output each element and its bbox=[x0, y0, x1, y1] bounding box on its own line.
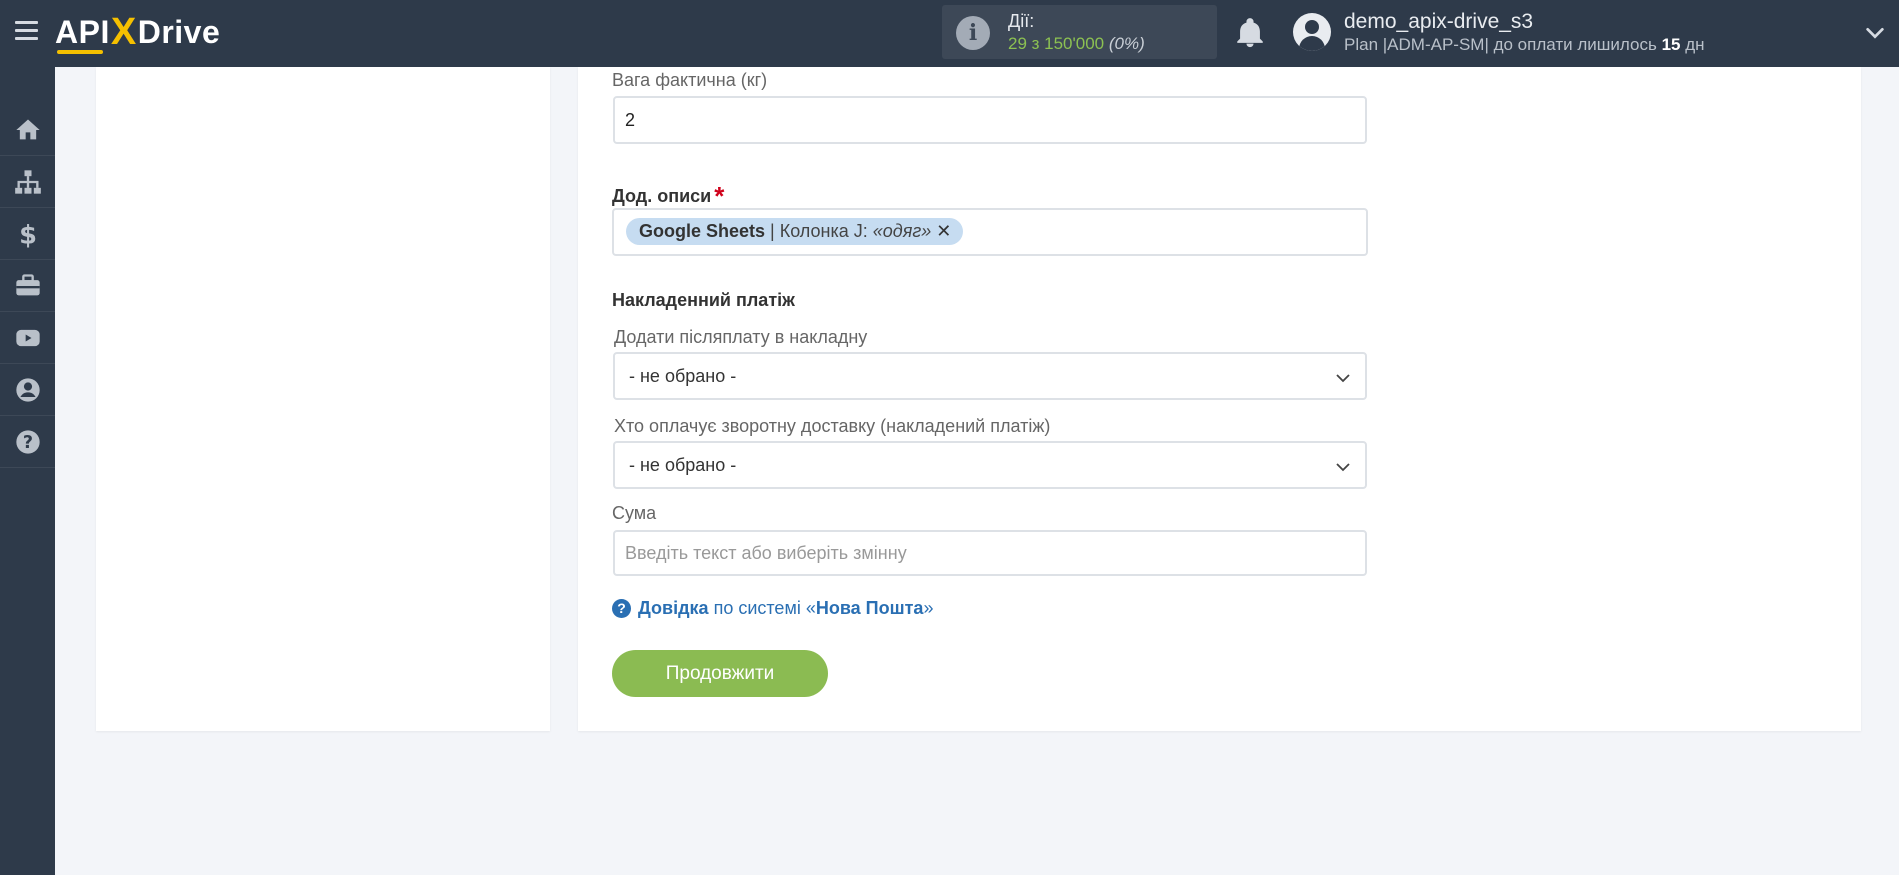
actions-value: 29 з 150'000 (0%) bbox=[1008, 34, 1145, 53]
required-marker: * bbox=[714, 181, 725, 211]
cod-add-label: Додати післяплату в накладну bbox=[614, 327, 868, 347]
chevron-down-icon bbox=[1336, 463, 1350, 472]
top-bar: API X Drive i Дії: 29 з 150'000 (0%) demo_… bbox=[0, 0, 1899, 67]
weight-label: Вага фактична (кг) bbox=[612, 70, 768, 90]
sidebar-item-help[interactable]: ? bbox=[0, 416, 55, 468]
sidebar-item-services[interactable] bbox=[0, 260, 55, 312]
svg-text:?: ? bbox=[22, 432, 32, 452]
sidebar: $ ? bbox=[0, 67, 55, 875]
actions-label: Дії: bbox=[1008, 11, 1035, 31]
desc-label: Дод. описи * bbox=[612, 181, 725, 211]
briefcase-icon bbox=[15, 273, 40, 295]
left-panel bbox=[96, 67, 550, 731]
cod-payer-select[interactable]: - не обрано - bbox=[613, 441, 1367, 489]
chevron-down-icon[interactable] bbox=[1864, 22, 1886, 44]
sidebar-item-billing[interactable]: $ bbox=[0, 208, 55, 260]
info-icon: i bbox=[956, 16, 990, 50]
cod-add-select[interactable]: - не обрано - bbox=[613, 352, 1367, 400]
sum-placeholder: Введіть текст або виберіть змінну bbox=[625, 542, 907, 563]
bell-icon[interactable] bbox=[1233, 16, 1267, 50]
chevron-down-icon bbox=[1336, 374, 1350, 383]
svg-text:$: $ bbox=[19, 220, 37, 248]
sidebar-item-connections[interactable] bbox=[0, 156, 55, 208]
cod-payer-label: Хто оплачує зворотну доставку (накладени… bbox=[614, 416, 1051, 436]
user-name[interactable]: demo_apix-drive_s3 bbox=[1344, 10, 1533, 34]
system-link[interactable]: Нова Пошта bbox=[816, 598, 924, 619]
sum-label: Сума bbox=[612, 503, 657, 523]
question-icon: ? bbox=[612, 599, 631, 618]
weight-value: 2 bbox=[625, 109, 636, 130]
avatar[interactable] bbox=[1293, 13, 1331, 51]
user-circle-icon bbox=[15, 377, 40, 402]
help-link-row: ? Довідка по системі «Нова Пошта» bbox=[612, 598, 933, 619]
dollar-icon: $ bbox=[19, 220, 37, 248]
sidebar-item-account[interactable] bbox=[0, 364, 55, 416]
desc-field[interactable]: Google Sheets | Колонка J: «одяг» ✕ bbox=[612, 208, 1368, 256]
sitemap-icon bbox=[14, 169, 41, 194]
plan-info: Plan |ADM-AP-SM| до оплати лишилось 15 д… bbox=[1344, 35, 1705, 54]
sum-input[interactable]: Введіть текст або виберіть змінну bbox=[613, 530, 1367, 576]
sidebar-item-home[interactable] bbox=[0, 104, 55, 156]
continue-button[interactable]: Продовжити bbox=[612, 650, 828, 697]
home-icon bbox=[15, 119, 40, 139]
variable-tag[interactable]: Google Sheets | Колонка J: «одяг» ✕ bbox=[626, 218, 964, 245]
weight-field[interactable]: 2 bbox=[613, 96, 1367, 144]
menu-icon[interactable] bbox=[15, 21, 38, 41]
sidebar-item-video[interactable] bbox=[0, 312, 55, 364]
remove-tag-icon[interactable]: ✕ bbox=[936, 221, 951, 242]
cod-section-title: Накладенний платіж bbox=[612, 290, 795, 310]
actions-counter[interactable]: i Дії: 29 з 150'000 (0%) bbox=[942, 5, 1217, 59]
youtube-icon bbox=[15, 329, 40, 346]
help-icon: ? bbox=[15, 429, 40, 454]
logo[interactable]: API X Drive bbox=[55, 11, 220, 54]
help-link[interactable]: Довідка bbox=[638, 598, 709, 619]
